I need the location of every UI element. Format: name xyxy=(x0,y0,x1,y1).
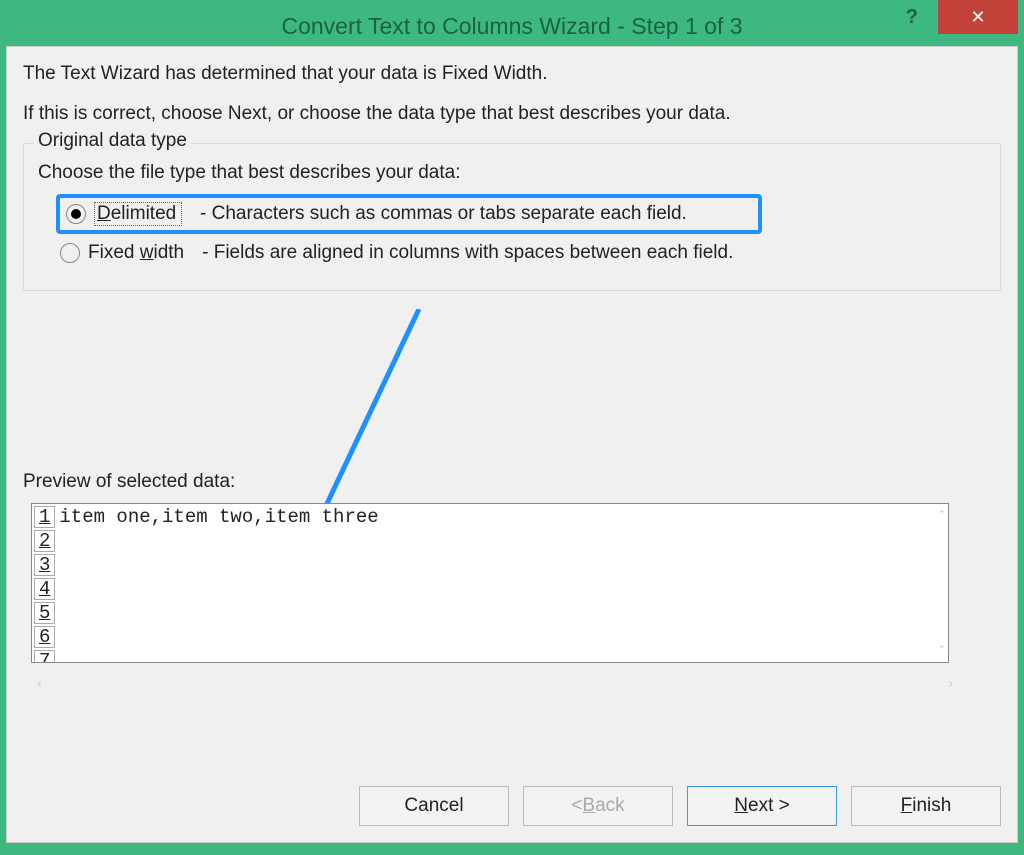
preview-row: 4 xyxy=(34,578,381,600)
fieldset-legend: Original data type xyxy=(34,130,191,152)
fixed-width-radio[interactable] xyxy=(60,243,80,263)
delimited-radio-label[interactable]: Delimited xyxy=(94,202,182,226)
scroll-right-icon[interactable]: › xyxy=(948,675,953,691)
preview-label: Preview of selected data: xyxy=(23,471,1001,493)
scroll-left-icon[interactable]: ‹ xyxy=(37,675,42,691)
finish-button[interactable]: Finish xyxy=(851,786,1001,826)
intro-text: The Text Wizard has determined that your… xyxy=(23,63,1001,85)
button-row: Cancel < Back Next > Finish xyxy=(359,786,1001,826)
help-button[interactable]: ? xyxy=(906,6,918,29)
cancel-button[interactable]: Cancel xyxy=(359,786,509,826)
close-button[interactable]: ✕ xyxy=(938,0,1018,34)
fixed-width-radio-desc: - Fields are aligned in columns with spa… xyxy=(202,242,733,264)
preview-row: 7 xyxy=(34,650,381,663)
fixed-width-radio-label[interactable]: Fixed width xyxy=(88,242,184,264)
horizontal-scroll: ‹ › xyxy=(37,675,953,691)
next-button[interactable]: Next > xyxy=(687,786,837,826)
delimited-radio-desc: - Characters such as commas or tabs sepa… xyxy=(200,203,687,225)
scroll-down-icon[interactable]: ˇ xyxy=(940,643,944,658)
sub-text: If this is correct, choose Next, or choo… xyxy=(23,103,1001,125)
original-data-type-fieldset: Original data type Choose the file type … xyxy=(23,143,1001,291)
scroll-up-icon[interactable]: ˆ xyxy=(940,508,944,523)
preview-row: 5 xyxy=(34,602,381,624)
preview-row: 1item one,item two,item three xyxy=(34,506,381,528)
preview-box: 1item one,item two,item three 2 3 4 5 6 … xyxy=(31,503,949,663)
preview-row: 3 xyxy=(34,554,381,576)
preview-table: 1item one,item two,item three 2 3 4 5 6 … xyxy=(32,504,383,663)
title-bar: Convert Text to Columns Wizard - Step 1 … xyxy=(6,6,1018,46)
delimited-radio-highlight: Delimited - Characters such as commas or… xyxy=(56,194,762,234)
fixed-width-radio-row: Fixed width - Fields are aligned in colu… xyxy=(60,242,990,264)
choose-text: Choose the file type that best describes… xyxy=(38,162,990,184)
delimited-radio[interactable] xyxy=(66,204,86,224)
back-button: < Back xyxy=(523,786,673,826)
dialog-content: The Text Wizard has determined that your… xyxy=(6,46,1018,843)
preview-row: 2 xyxy=(34,530,381,552)
dialog-title: Convert Text to Columns Wizard - Step 1 … xyxy=(281,13,742,40)
preview-row: 6 xyxy=(34,626,381,648)
